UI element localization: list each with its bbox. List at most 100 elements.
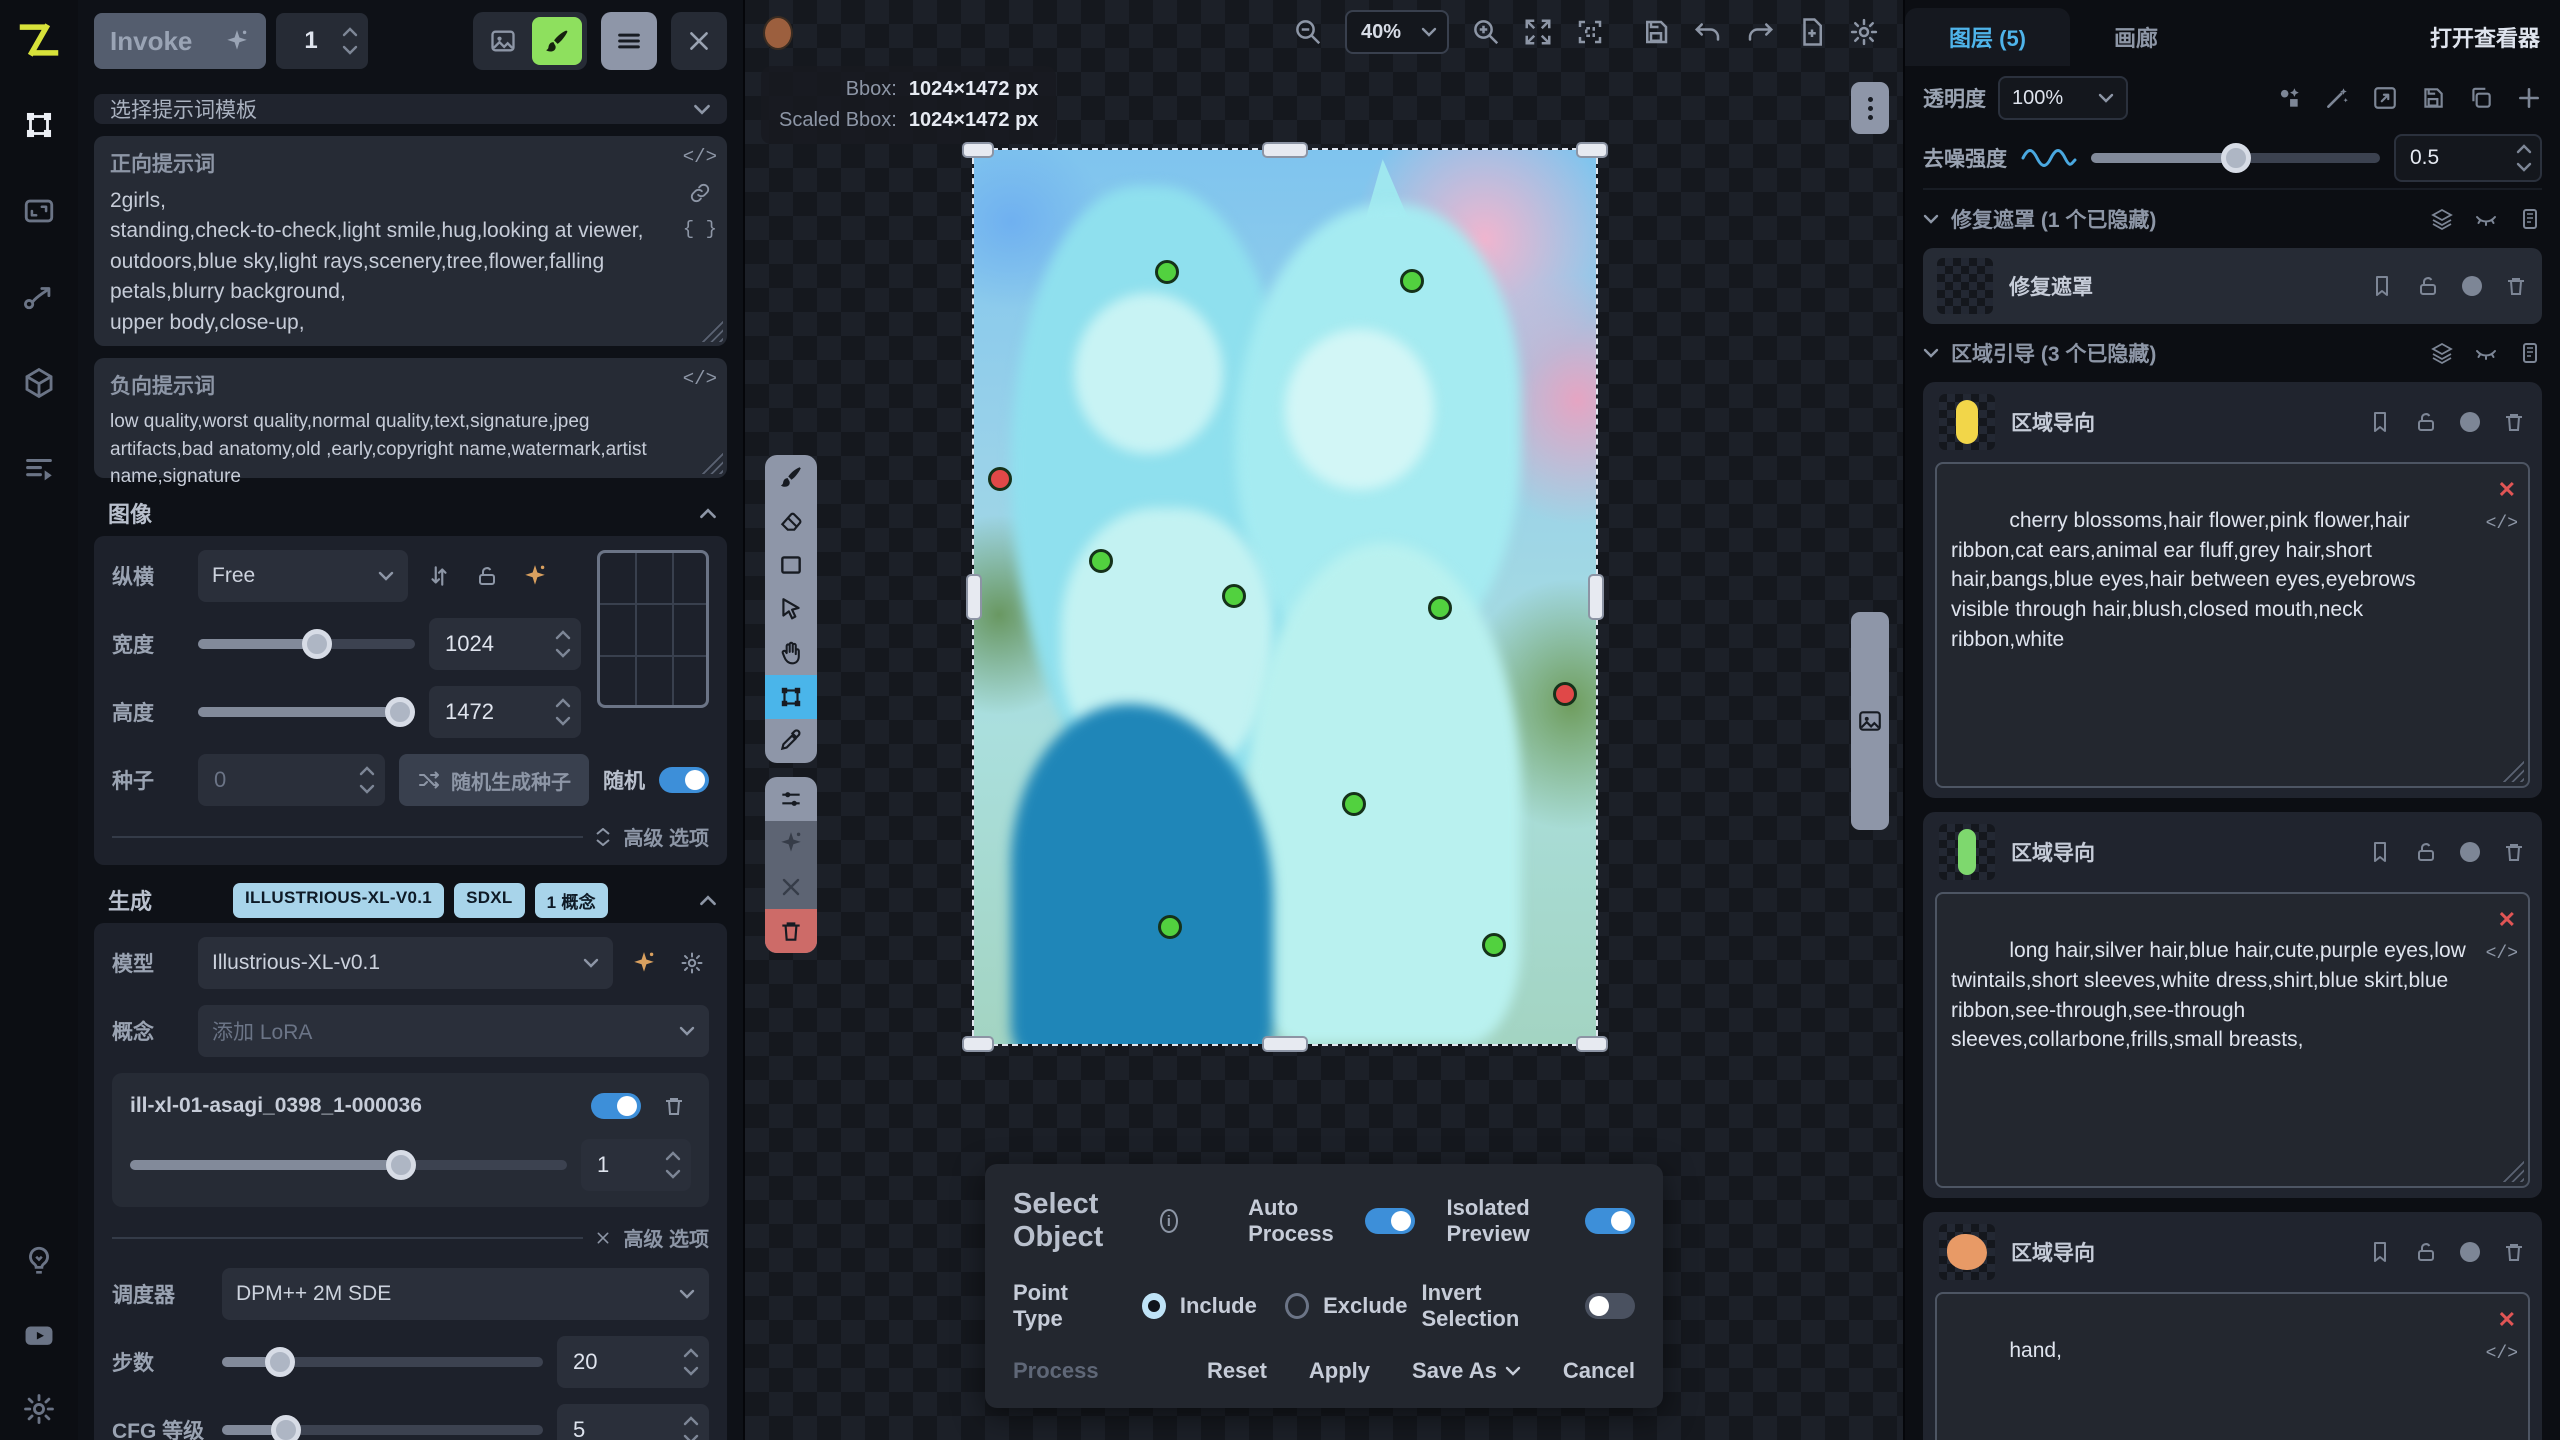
scale-layer-icon[interactable] [2372,85,2398,111]
duplicate-layer-icon[interactable] [2468,85,2494,111]
resize-grip[interactable] [2502,760,2524,782]
panel-menu-button[interactable] [601,12,657,70]
trash-icon[interactable] [2502,840,2526,864]
layer-enabled-indicator[interactable] [2460,1242,2480,1262]
include-point[interactable] [1222,584,1246,608]
gallery-drawer-handle[interactable] [1851,612,1889,830]
remove-prompt-icon[interactable]: ✕ [2498,474,2516,505]
lora-weight-slider[interactable] [130,1160,567,1170]
steps-slider[interactable] [222,1357,543,1367]
canvas-overflow-menu-button[interactable] [1851,82,1889,134]
zoom-out-icon[interactable] [1293,17,1323,47]
exclude-point[interactable] [988,467,1012,491]
height-input[interactable] [429,686,581,738]
rail-canvas-tab-icon[interactable] [22,108,56,142]
lora-trash-icon[interactable] [657,1089,691,1123]
bookmark-icon[interactable] [2368,1240,2392,1264]
include-point[interactable] [1428,596,1452,620]
panel-close-button[interactable] [671,12,727,70]
randomize-seed-button[interactable]: 随机生成种子 [399,754,589,806]
layer-enabled-indicator[interactable] [2460,412,2480,432]
bookmark-icon[interactable] [2368,410,2392,434]
brush-tool[interactable] [765,455,817,499]
isolate-group-icon[interactable] [2518,207,2542,231]
include-point[interactable] [1089,549,1113,573]
steps-arrows[interactable] [683,1348,699,1376]
zoom-in-icon[interactable] [1471,17,1501,47]
denoise-input[interactable] [2394,134,2542,182]
lock-icon[interactable] [2414,410,2438,434]
trash-icon[interactable] [2502,1240,2526,1264]
lock-icon[interactable] [2416,274,2440,298]
reset-button[interactable]: Reset [1207,1358,1267,1384]
info-icon[interactable]: i [1160,1209,1178,1233]
bookmark-icon[interactable] [2368,840,2392,864]
resize-handle-w[interactable] [966,574,982,620]
include-point[interactable] [1342,792,1366,816]
opacity-select[interactable]: 100% [1998,76,2128,120]
embedding-code-icon[interactable]: </> [683,146,717,168]
fit-bbox-icon[interactable] [1575,17,1605,47]
region-layer-row[interactable]: 区域导向 [1935,392,2530,452]
tool-settings-button[interactable] [765,777,817,821]
filter-layer-icon[interactable] [2276,85,2302,111]
resize-handle-sw[interactable] [962,1036,994,1052]
settings-gear-icon[interactable] [22,1392,56,1426]
eye-closed-icon[interactable] [2474,207,2498,231]
lock-icon[interactable] [2414,840,2438,864]
invert-selection-toggle[interactable] [1585,1293,1635,1319]
denoise-arrows[interactable] [2516,144,2532,172]
transform-wand-icon[interactable] [2324,85,2350,111]
save-canvas-icon[interactable] [1641,17,1671,47]
width-arrows[interactable] [555,630,571,658]
resize-handle-n[interactable] [1262,142,1308,158]
delete-layer-button[interactable] [765,909,817,953]
layer-enabled-indicator[interactable] [2460,842,2480,862]
cfg-slider[interactable] [222,1425,543,1435]
layer-enabled-indicator[interactable] [2462,276,2482,296]
model-sparkle-icon[interactable] [627,946,661,980]
embedding-code-icon[interactable]: </> [2486,942,2518,968]
pan-tool[interactable] [765,631,817,675]
open-viewer-button[interactable]: 打开查看器 [2430,21,2540,53]
height-slider[interactable] [198,707,415,717]
collapse-advanced-icon[interactable] [595,1230,611,1246]
cfg-input[interactable] [557,1404,709,1440]
width-slider[interactable] [198,639,415,649]
exclude-point[interactable] [1553,682,1577,706]
add-lora-select[interactable]: 添加 LoRA [198,1005,709,1057]
cfg-value[interactable] [573,1417,683,1440]
isolated-preview-toggle[interactable] [1585,1208,1635,1234]
height-arrows[interactable] [555,698,571,726]
positive-prompt-input[interactable]: 2girls, standing,check-to-check,light sm… [110,186,711,338]
queue-count-arrows[interactable] [342,27,358,55]
invoke-button[interactable]: Invoke [94,13,266,69]
lora-enabled-toggle[interactable] [591,1093,641,1119]
aspect-select[interactable]: Free [198,550,408,602]
model-select[interactable]: Illustrious-XL-v0.1 [198,937,613,989]
inpaint-mask-layer-row[interactable]: 修复遮罩 [1923,248,2542,324]
trash-icon[interactable] [2502,410,2526,434]
bbox-tool[interactable] [765,675,817,719]
seed-arrows[interactable] [359,766,375,794]
include-point[interactable] [1400,269,1424,293]
canvas-settings-gear-icon[interactable] [1849,17,1879,47]
lock-icon[interactable] [2414,1240,2438,1264]
merge-layers-icon[interactable] [2430,207,2454,231]
include-point[interactable] [1155,260,1179,284]
lock-aspect-icon[interactable] [470,559,504,593]
eraser-tool[interactable] [765,499,817,543]
save-as-button[interactable]: Save As [1412,1358,1521,1384]
region-prompt-input[interactable]: cherry blossoms,hair flower,pink flower,… [1935,462,2530,788]
apply-button[interactable]: Apply [1309,1358,1370,1384]
resize-handle-e[interactable] [1588,574,1604,620]
canvas-image[interactable] [974,150,1596,1044]
cfg-arrows[interactable] [683,1416,699,1440]
lora-weight-input[interactable] [581,1139,691,1191]
include-point[interactable] [1158,915,1182,939]
new-layer-from-canvas-icon[interactable] [1797,17,1827,47]
rail-upscale-tab-icon[interactable] [22,194,56,228]
auto-process-toggle[interactable] [1365,1208,1415,1234]
canvas-area[interactable]: 40% Bbox: 1024×1472 px Scaled Bbox: 1024… [745,0,1903,1440]
rail-workflows-tab-icon[interactable] [22,280,56,314]
